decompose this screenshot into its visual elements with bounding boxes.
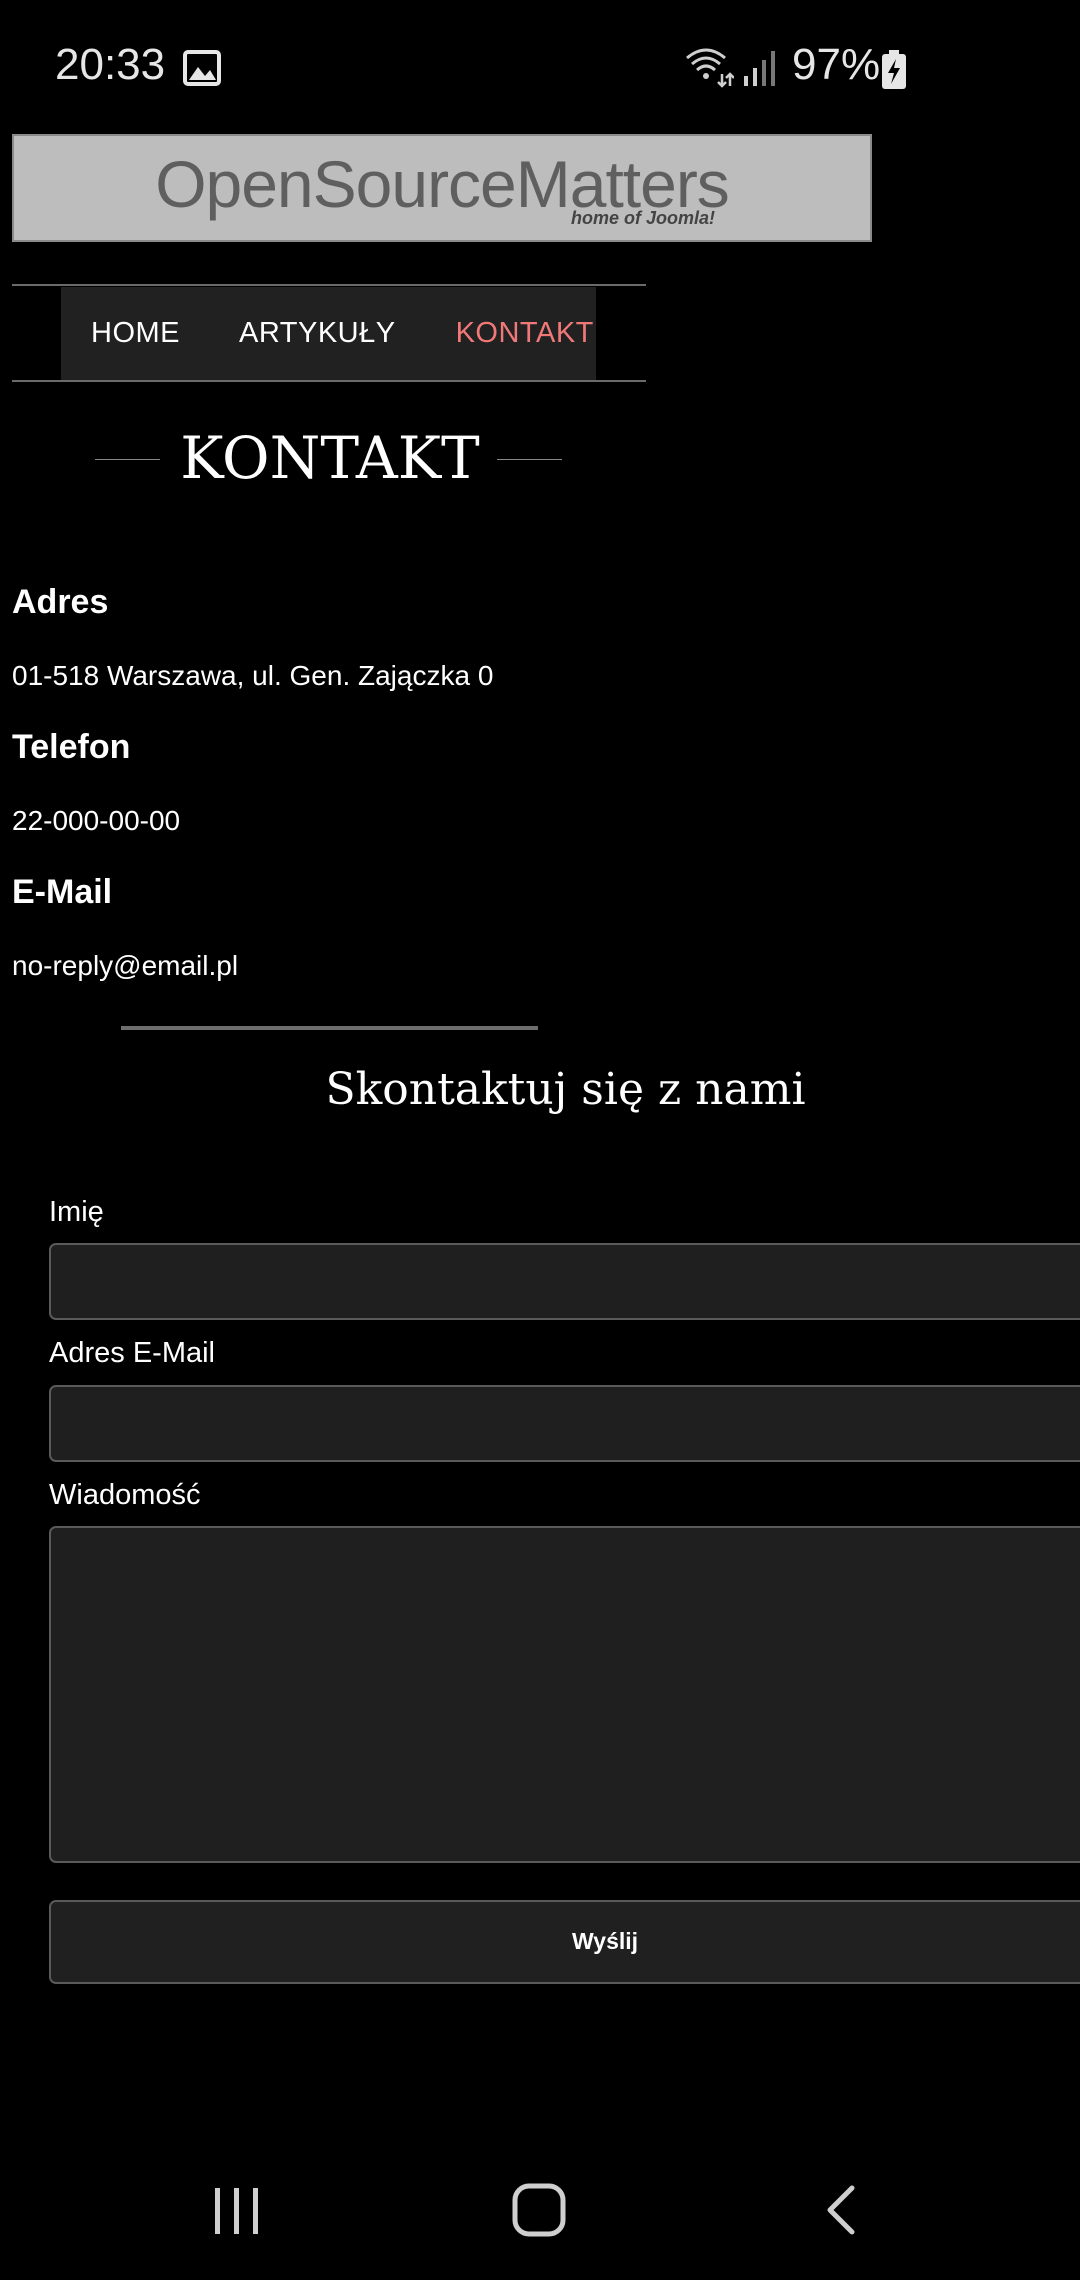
submit-button[interactable]: Wyślij [49,1900,1080,1984]
page-title: KONTAKT [180,424,480,492]
message-label: Wiadomość [49,1479,201,1511]
section-divider [121,1026,538,1030]
email-field[interactable] [49,1385,1080,1462]
email-heading: E-Mail [12,873,113,911]
home-icon[interactable] [511,2180,567,2240]
logo-tagline: home of Joomla! [570,208,715,228]
logo-text: OpenSourceMatters [155,147,730,221]
battery-charging-icon [882,50,906,89]
nav-bottom-rule [12,380,646,382]
signal-icon [744,51,775,86]
address-value: 01-518 Warszawa, ul. Gen. Zajączka 0 [12,660,494,691]
form-title: Skontaktuj się z nami [325,1064,806,1115]
photo-icon [183,50,221,86]
address-heading: Adres [12,583,109,621]
message-field[interactable] [49,1526,1080,1863]
nav-item-home[interactable]: HOME [91,317,180,350]
wifi-icon [686,48,734,88]
name-label: Imię [49,1196,104,1228]
recent-apps-icon[interactable] [212,2180,262,2240]
submit-button-label: Wyślij [572,1928,639,1954]
email-value: no-reply@email.pl [12,950,239,981]
nav-top-rule [12,284,646,286]
main-nav: HOME ARTYKUŁY KONTAKT [61,287,596,380]
name-field[interactable] [49,1243,1080,1320]
phone-value: 22-000-00-00 [12,805,181,836]
email-field-label: Adres E-Mail [49,1337,215,1369]
status-time: 20:33 [55,40,166,89]
back-icon[interactable] [822,2180,862,2240]
battery-percentage: 97% [792,40,881,89]
nav-item-artykuly[interactable]: ARTYKUŁY [239,317,396,350]
site-logo[interactable]: OpenSourceMatters home of Joomla! [12,134,872,242]
phone-heading: Telefon [12,728,131,766]
nav-item-kontakt[interactable]: KONTAKT [456,317,594,350]
